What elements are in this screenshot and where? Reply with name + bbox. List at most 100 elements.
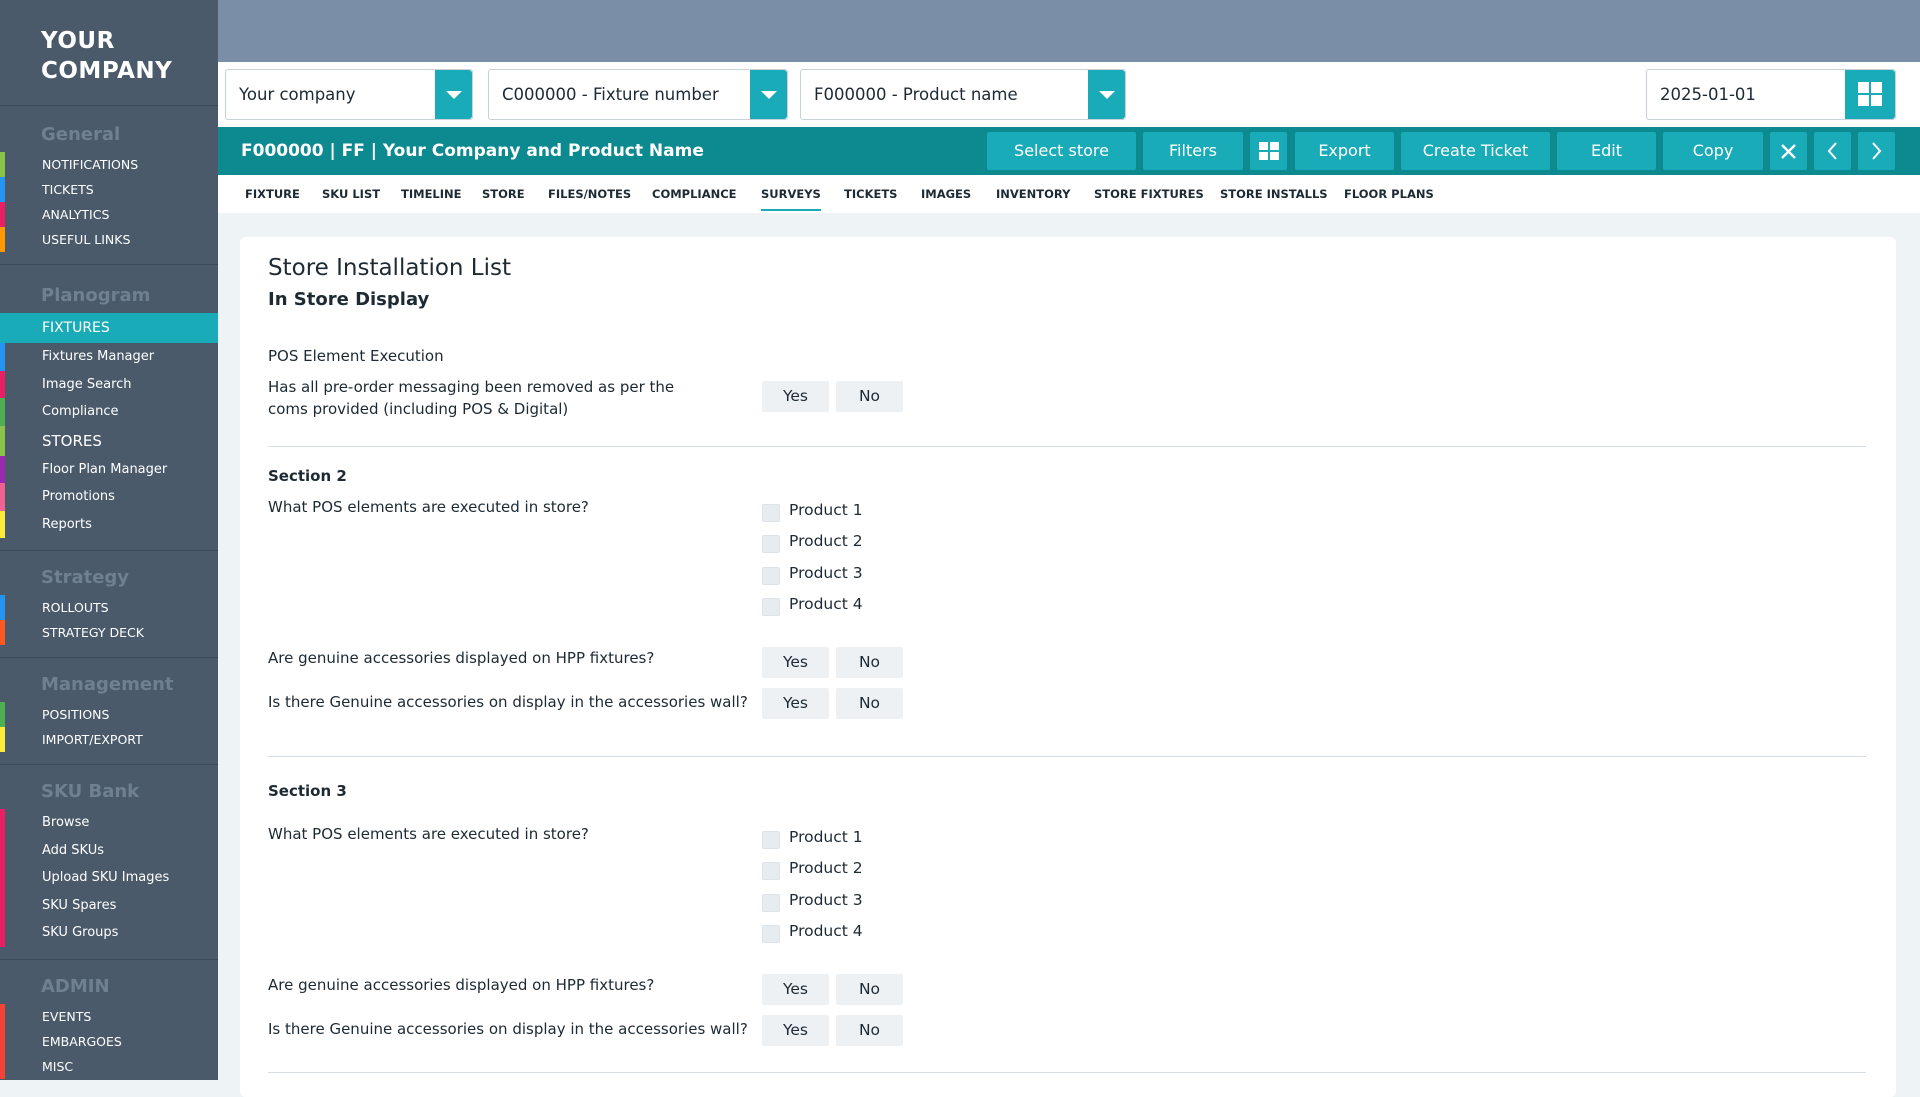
yes-button[interactable]: Yes <box>762 381 829 412</box>
sidebar-item-events[interactable]: EVENTS <box>0 1003 218 1029</box>
close-icon <box>1781 144 1796 159</box>
sidebar-item-misc[interactable]: MISC <box>0 1053 218 1079</box>
checkbox[interactable] <box>762 925 780 943</box>
color-bar <box>0 620 5 645</box>
tab-inventory[interactable]: INVENTORY <box>996 175 1070 213</box>
yes-button[interactable]: Yes <box>762 1015 829 1046</box>
sidebar-item-upload-sku-images[interactable]: Upload SKU Images <box>0 864 218 892</box>
tab-store-installs[interactable]: STORE INSTALLS <box>1220 175 1328 213</box>
tab-sku-list[interactable]: SKU LIST <box>322 175 380 213</box>
sidebar-item-browse[interactable]: Browse <box>0 809 218 837</box>
tab-images[interactable]: IMAGES <box>921 175 971 213</box>
sidebar-item-image-search[interactable]: Image Search <box>0 370 218 398</box>
color-bar <box>0 864 5 892</box>
tab-fixture[interactable]: FIXTURE <box>245 175 300 213</box>
checkbox[interactable] <box>762 598 780 616</box>
sidebar-item-label: ROLLOUTS <box>42 600 109 615</box>
sidebar-item-reports[interactable]: Reports <box>0 510 218 538</box>
checkbox[interactable] <box>762 831 780 849</box>
sidebar-item-label: Compliance <box>42 404 119 419</box>
chevron-down-icon <box>446 91 462 99</box>
sidebar-item-label: Add SKUs <box>42 842 105 858</box>
divider <box>268 756 1866 757</box>
sidebar-item-label: EMBARGOES <box>42 1033 122 1049</box>
export-button[interactable]: Export <box>1295 132 1394 170</box>
checkbox-label: Product 2 <box>789 532 863 550</box>
color-bar <box>0 177 5 202</box>
create-ticket-button[interactable]: Create Ticket <box>1401 132 1550 170</box>
sidebar-item-floor-plan-manager[interactable]: Floor Plan Manager <box>0 455 218 483</box>
sidebar-item-label: POSITIONS <box>42 707 110 722</box>
checkbox[interactable] <box>762 862 780 880</box>
question-pos-elements: What POS elements are executed in store? <box>268 825 589 843</box>
close-button[interactable] <box>1770 132 1807 170</box>
checkbox-label: Product 2 <box>789 859 863 877</box>
no-button[interactable]: No <box>836 1015 903 1046</box>
sidebar-item-notifications[interactable]: NOTIFICATIONS <box>0 152 218 177</box>
tab-floor-plans[interactable]: FLOOR PLANS <box>1344 175 1434 213</box>
product-dropdown-value: F000000 - Product name <box>814 85 1018 104</box>
sidebar-item-tickets[interactable]: TICKETS <box>0 177 218 202</box>
checkbox[interactable] <box>762 504 780 522</box>
tab-tickets[interactable]: TICKETS <box>844 175 897 213</box>
fixture-dropdown[interactable]: C000000 - Fixture number <box>488 69 788 120</box>
sidebar-item-sku-spares[interactable]: SKU Spares <box>0 891 218 919</box>
tab-files-notes[interactable]: FILES/NOTES <box>548 175 631 213</box>
company-logo[interactable]: YOUR COMPANY <box>0 0 218 106</box>
no-button[interactable]: No <box>836 688 903 719</box>
question-preorder-line2: coms provided (including POS & Digital) <box>268 400 569 418</box>
divider <box>268 1072 1866 1073</box>
yes-button[interactable]: Yes <box>762 647 829 678</box>
sidebar-item-embargoes[interactable]: EMBARGOES <box>0 1028 218 1054</box>
sidebar-item-analytics[interactable]: ANALYTICS <box>0 202 218 227</box>
sidebar-item-strategy-deck[interactable]: STRATEGY DECK <box>0 620 218 645</box>
product-dropdown[interactable]: F000000 - Product name <box>800 69 1126 120</box>
sidebar-item-useful-links[interactable]: USEFUL LINKS <box>0 227 218 252</box>
checkbox[interactable] <box>762 535 780 553</box>
sidebar-item-compliance[interactable]: Compliance <box>0 398 218 426</box>
sidebar-item-stores[interactable]: STORES <box>0 425 218 456</box>
yes-button[interactable]: Yes <box>762 974 829 1005</box>
sidebar-item-rollouts[interactable]: ROLLOUTS <box>0 595 218 620</box>
checkbox[interactable] <box>762 567 780 585</box>
sidebar-heading-planogram: Planogram <box>41 285 151 306</box>
no-button[interactable]: No <box>836 647 903 678</box>
tab-timeline[interactable]: TIMELINE <box>401 175 462 213</box>
color-bar <box>0 809 5 837</box>
select-store-button[interactable]: Select store <box>987 132 1136 170</box>
tab-surveys[interactable]: SURVEYS <box>761 175 821 213</box>
tab-store[interactable]: STORE <box>482 175 525 213</box>
question-hpp-fixtures: Are genuine accessories displayed on HPP… <box>268 649 655 667</box>
selector-bar: Your company C000000 - Fixture number F0… <box>218 62 1920 127</box>
product-dropdown-toggle[interactable] <box>1088 70 1125 119</box>
sidebar-item-add-skus[interactable]: Add SKUs <box>0 836 218 864</box>
color-bar <box>0 1028 5 1054</box>
sidebar-item-promotions[interactable]: Promotions <box>0 483 218 511</box>
fixture-dropdown-toggle[interactable] <box>750 70 787 119</box>
tab-store-fixtures[interactable]: STORE FIXTURES <box>1094 175 1204 213</box>
company-dropdown-toggle[interactable] <box>435 70 472 119</box>
sidebar-item-fixtures-manager[interactable]: Fixtures Manager <box>0 343 218 371</box>
previous-button[interactable] <box>1814 132 1851 170</box>
no-button[interactable]: No <box>836 381 903 412</box>
tab-compliance[interactable]: COMPLIANCE <box>652 175 737 213</box>
checkbox[interactable] <box>762 894 780 912</box>
sidebar-item-sku-groups[interactable]: SKU Groups <box>0 919 218 947</box>
edit-button[interactable]: Edit <box>1557 132 1656 170</box>
company-dropdown[interactable]: Your company <box>225 69 473 120</box>
sidebar-item-label: SKU Groups <box>42 925 119 940</box>
sidebar-item-fixtures[interactable]: FIXTURES <box>0 313 218 343</box>
layout-grid-button[interactable] <box>1250 132 1287 170</box>
date-grid-button[interactable] <box>1845 70 1895 119</box>
fixture-dropdown-value: C000000 - Fixture number <box>502 85 719 104</box>
date-picker[interactable]: 2025-01-01 <box>1646 69 1896 120</box>
sidebar-item-import-export[interactable]: IMPORT/EXPORT <box>0 727 218 752</box>
filters-button[interactable]: Filters <box>1143 132 1243 170</box>
color-bar <box>0 727 5 752</box>
next-button[interactable] <box>1858 132 1895 170</box>
brand-line2: COMPANY <box>41 58 173 84</box>
sidebar-item-positions[interactable]: POSITIONS <box>0 702 218 727</box>
copy-button[interactable]: Copy <box>1663 132 1763 170</box>
no-button[interactable]: No <box>836 974 903 1005</box>
yes-button[interactable]: Yes <box>762 688 829 719</box>
